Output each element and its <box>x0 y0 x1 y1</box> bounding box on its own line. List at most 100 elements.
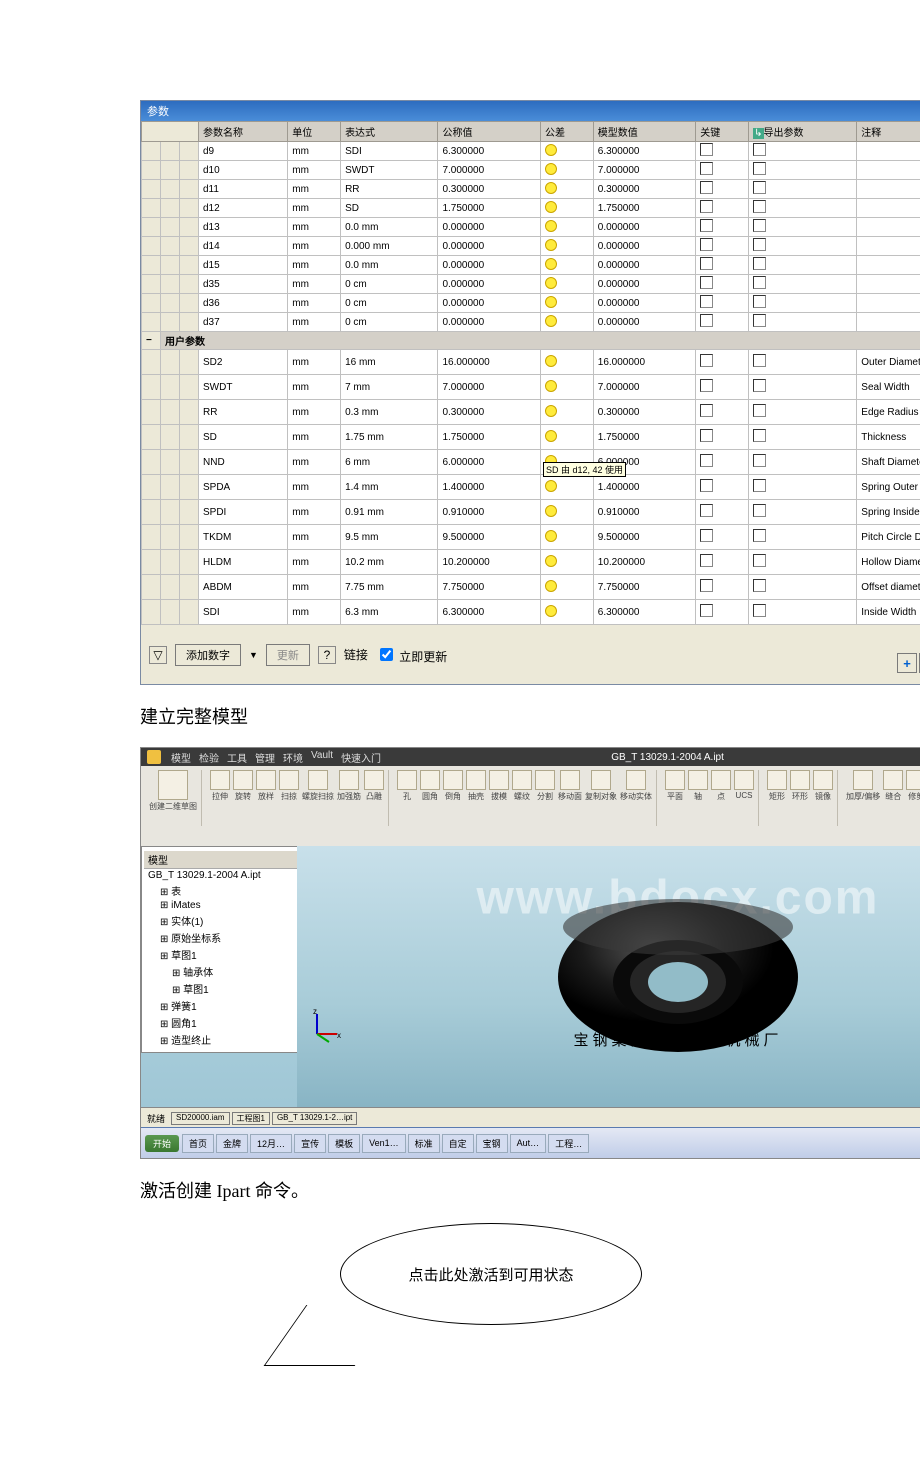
table-row[interactable]: SD2mm16 mm16.00000016.000000Outer Diamet… <box>142 350 920 375</box>
ribbon-button[interactable]: 分割 <box>535 770 555 802</box>
filter-icon[interactable]: ▽ <box>149 646 167 664</box>
tree-item[interactable]: ⊞ 圆角1 <box>144 1014 299 1031</box>
table-row[interactable]: d9mmSDI6.3000006.300000 <box>142 142 920 161</box>
menu-tab[interactable]: 工具 <box>227 750 247 765</box>
ribbon-button[interactable]: 圆角 <box>420 770 440 802</box>
menu-tab[interactable]: 快速入门 <box>341 750 381 765</box>
table-row[interactable]: d37mm0 cm0.0000000.000000 <box>142 313 920 332</box>
doc-tab[interactable]: GB_T 13029.1-2…ipt <box>272 1112 357 1125</box>
tree-item[interactable]: ⊞ 表 <box>144 882 299 899</box>
taskbar-item[interactable]: 宝钢 <box>476 1134 508 1153</box>
tree-item[interactable]: ⊞ 草图1 <box>144 946 299 963</box>
taskbar-item[interactable]: 首页 <box>182 1134 214 1153</box>
taskbar-item[interactable]: 自定 <box>442 1134 474 1153</box>
ribbon-button[interactable]: 修剪 <box>906 770 920 802</box>
table-row[interactable]: d35mm0 cm0.0000000.000000 <box>142 275 920 294</box>
col-header[interactable]: 模型数值 <box>593 122 696 142</box>
col-header[interactable]: 表达式 <box>341 122 438 142</box>
col-header[interactable]: 注释 <box>857 122 920 142</box>
update-button[interactable]: 更新 <box>266 644 310 666</box>
app-menu-icon[interactable] <box>147 750 161 764</box>
taskbar-item[interactable]: 12月… <box>250 1134 292 1153</box>
ribbon-button[interactable]: 创建二维草图 <box>149 770 197 812</box>
table-row[interactable]: HLDMmm10.2 mm10.20000010.200000Hollow Di… <box>142 550 920 575</box>
ribbon-button[interactable]: 点 <box>711 770 731 802</box>
ribbon-button[interactable]: 缝合 <box>883 770 903 802</box>
info-icon[interactable]: ? <box>318 646 336 664</box>
table-row[interactable]: d11mmRR0.3000000.300000 <box>142 180 920 199</box>
tree-item[interactable]: ⊞ 原始坐标系 <box>144 929 299 946</box>
taskbar-item[interactable]: 模板 <box>328 1134 360 1153</box>
ribbon-button[interactable]: 轴 <box>688 770 708 802</box>
table-row[interactable]: SDImm6.3 mm6.3000006.300000Inside Width <box>142 600 920 625</box>
ribbon-button[interactable]: 平面 <box>665 770 685 802</box>
col-header[interactable]: ↳导出参数 <box>749 122 857 142</box>
table-row[interactable]: RRmm0.3 mm0.3000000.300000Edge Radius <box>142 400 920 425</box>
table-row[interactable]: SWDTmm7 mm7.0000007.000000Seal Width <box>142 375 920 400</box>
table-row[interactable]: d12mmSD1.7500001.750000 <box>142 199 920 218</box>
tree-item[interactable]: GB_T 13029.1-2004 A.ipt <box>144 869 299 882</box>
ribbon-button[interactable]: 扫掠 <box>279 770 299 802</box>
ribbon-button[interactable]: 移动面 <box>558 770 582 802</box>
menu-tab[interactable]: 管理 <box>255 750 275 765</box>
tree-item[interactable]: ⊞ iMates <box>144 899 299 912</box>
table-row[interactable]: SDmm1.75 mm1.7500001.750000Thickness <box>142 425 920 450</box>
taskbar-item[interactable]: 金牌 <box>216 1134 248 1153</box>
ribbon-button[interactable]: 螺旋扫掠 <box>302 770 334 802</box>
taskbar-item[interactable]: 工程… <box>548 1134 589 1153</box>
tree-item[interactable]: ⊞ 实体(1) <box>144 912 299 929</box>
windows-taskbar[interactable]: 开始 首页金牌12月…宣传模板Ven1…标准自定宝钢Aut…工程… 16:08 … <box>141 1127 920 1158</box>
table-row[interactable]: d13mm0.0 mm0.0000000.000000 <box>142 218 920 237</box>
ribbon-button[interactable]: 拔模 <box>489 770 509 802</box>
doc-tab[interactable]: SD20000.iam <box>171 1112 229 1125</box>
ribbon-button[interactable]: 抽壳 <box>466 770 486 802</box>
ribbon-button[interactable]: 旋转 <box>233 770 253 802</box>
menu-tab[interactable]: 环境 <box>283 750 303 765</box>
menu-tab[interactable]: 模型 <box>171 750 191 765</box>
add-numeric-button[interactable]: 添加数字 <box>175 644 241 666</box>
table-row[interactable]: d15mm0.0 mm0.0000000.000000 <box>142 256 920 275</box>
ribbon-button[interactable]: 矩形 <box>767 770 787 802</box>
doc-tab[interactable]: 工程图1 <box>232 1112 270 1125</box>
dialog-titlebar[interactable]: 参数 × <box>141 101 920 121</box>
ribbon-button[interactable]: 镜像 <box>813 770 833 802</box>
taskbar-item[interactable]: 宣传 <box>294 1134 326 1153</box>
ribbon-button[interactable]: 环形 <box>790 770 810 802</box>
tree-item[interactable]: ⊞ 草图1 <box>144 980 299 997</box>
ribbon-button[interactable]: 移动实体 <box>620 770 652 802</box>
tolerance-buttons[interactable]: + △ ○ − <box>897 653 920 673</box>
table-row[interactable]: d36mm0 cm0.0000000.000000 <box>142 294 920 313</box>
table-row[interactable]: SPDAmm1.4 mm1.4000001.400000Spring Outer… <box>142 475 920 500</box>
menu-tab[interactable]: 检验 <box>199 750 219 765</box>
ribbon-button[interactable]: 加强筋 <box>337 770 361 802</box>
ribbon-button[interactable]: 加厚/偏移 <box>846 770 880 802</box>
menu-tab[interactable]: Vault <box>311 750 333 765</box>
3d-viewport[interactable]: www.bdocx.com zx 宝钢集团苏州冶金机械厂 <box>297 846 920 1108</box>
table-row[interactable]: NNDmm6 mm6.000000SD 由 d12, 42 使用6.000000… <box>142 450 920 475</box>
update-now-check[interactable]: 立即更新 <box>376 645 447 665</box>
table-row[interactable]: ABDMmm7.75 mm7.7500007.750000Offset diam… <box>142 575 920 600</box>
taskbar-item[interactable]: Ven1… <box>362 1134 406 1153</box>
col-header[interactable]: 公差 <box>540 122 593 142</box>
table-row[interactable]: d10mmSWDT7.0000007.000000 <box>142 161 920 180</box>
col-header[interactable]: 单位 <box>288 122 341 142</box>
user-params-section[interactable]: −用户参数 <box>142 332 920 350</box>
link-label[interactable]: 链接 <box>344 646 368 663</box>
table-row[interactable]: TKDMmm9.5 mm9.5000009.500000Pitch Circle… <box>142 525 920 550</box>
model-browser[interactable]: 模型 GB_T 13029.1-2004 A.ipt⊞ 表⊞ iMates⊞ 实… <box>141 846 302 1053</box>
col-header[interactable]: 公称值 <box>438 122 541 142</box>
taskbar-item[interactable]: Aut… <box>510 1134 547 1153</box>
ribbon-button[interactable]: UCS <box>734 770 754 800</box>
ribbon-button[interactable]: 复制对象 <box>585 770 617 802</box>
ribbon-button[interactable]: 放样 <box>256 770 276 802</box>
table-row[interactable]: SPDImm0.91 mm0.9100000.910000Spring Insi… <box>142 500 920 525</box>
ribbon-button[interactable]: 凸雕 <box>364 770 384 802</box>
tree-item[interactable]: ⊞ 弹簧1 <box>144 997 299 1014</box>
tree-item[interactable]: ⊞ 造型终止 <box>144 1031 299 1048</box>
ribbon-button[interactable]: 倒角 <box>443 770 463 802</box>
ribbon-button[interactable]: 螺纹 <box>512 770 532 802</box>
col-header[interactable]: 关键 <box>696 122 749 142</box>
taskbar-item[interactable]: 标准 <box>408 1134 440 1153</box>
tree-item[interactable]: ⊞ 轴承体 <box>144 963 299 980</box>
col-header[interactable]: 参数名称 <box>199 122 288 142</box>
